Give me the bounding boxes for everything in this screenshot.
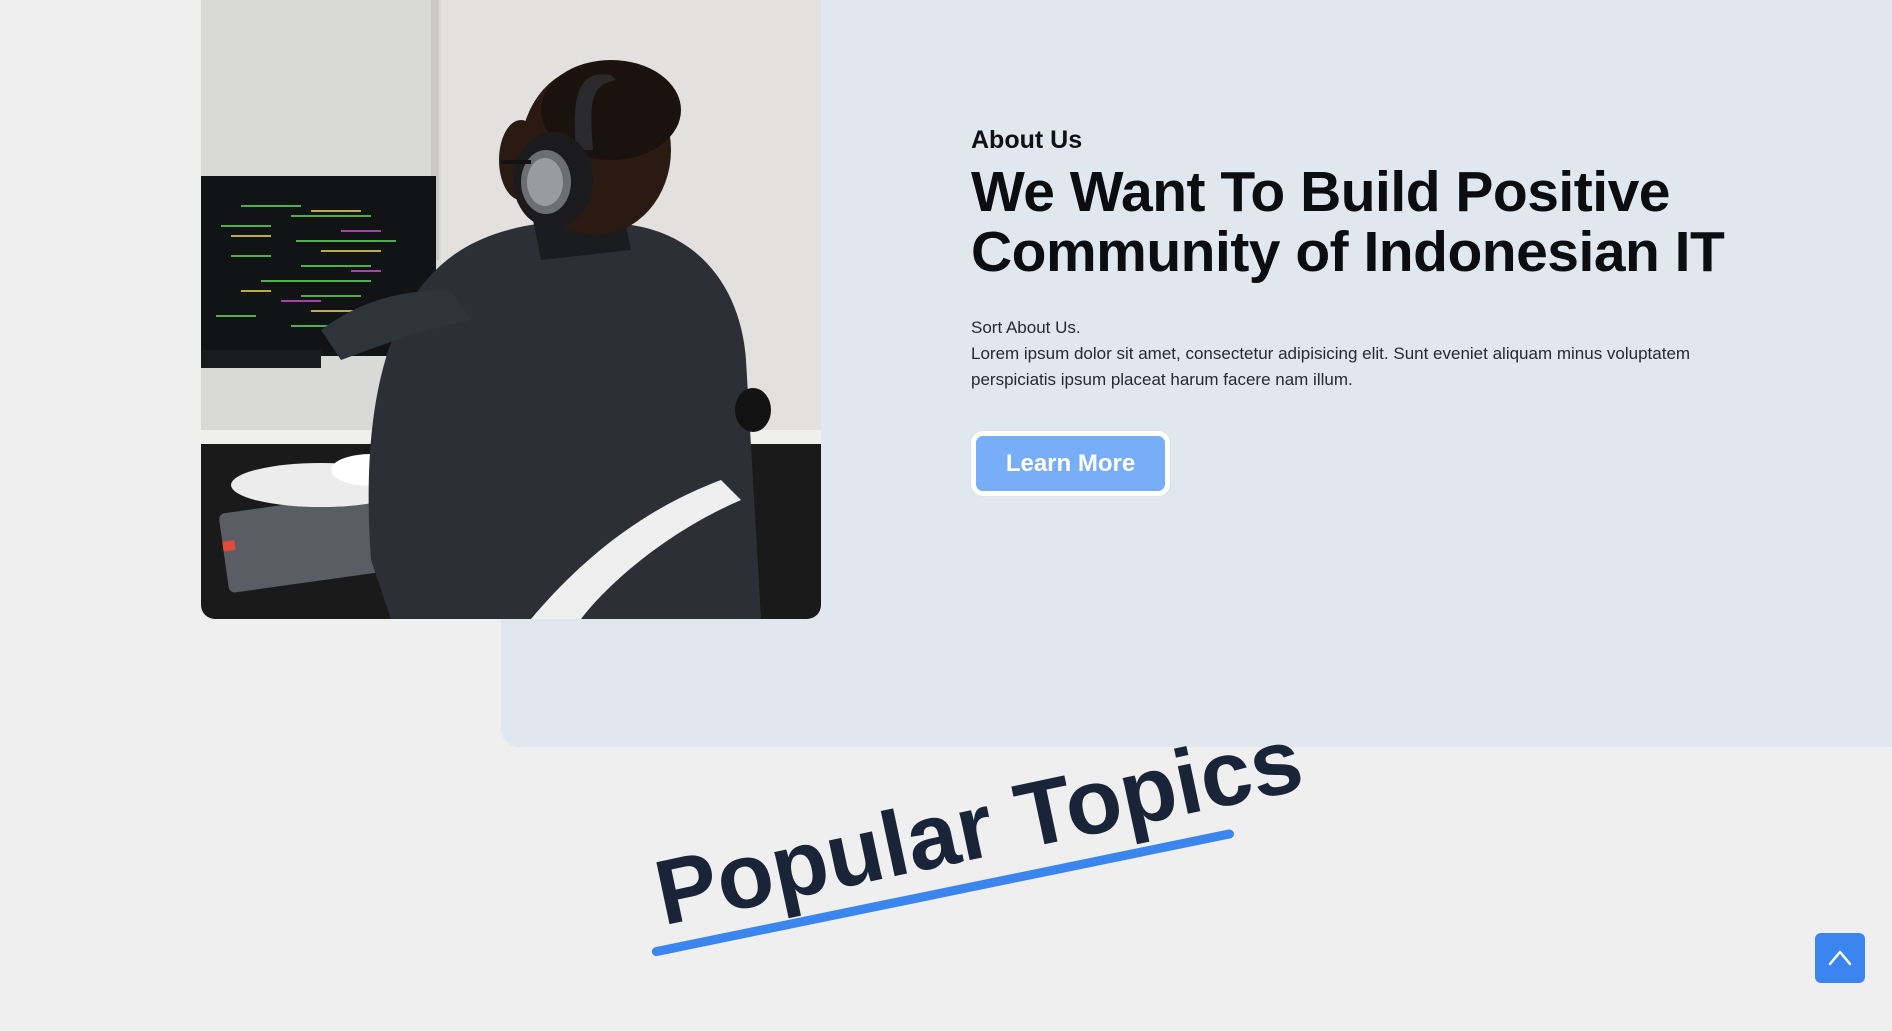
chevron-up-icon [1828,950,1852,966]
about-headline: We Want To Build Positive Community of I… [971,162,1771,282]
about-description: Sort About Us. Lorem ipsum dolor sit ame… [971,315,1761,393]
description-line-1: Sort About Us. [971,318,1081,337]
about-text-block: About Us We Want To Build Positive Commu… [971,124,1771,393]
headline-line-1: We Want To Build Positive [971,160,1670,224]
description-line-3: perspiciatis ipsum placeat harum facere … [971,370,1353,389]
headline-line-2: Community of Indonesian IT [971,220,1725,284]
description-line-2: Lorem ipsum dolor sit amet, consectetur … [971,344,1691,363]
about-photo [201,0,821,619]
learn-more-button[interactable]: Learn More [971,431,1170,496]
section-eyebrow: About Us [971,126,1083,154]
scroll-to-top-button[interactable] [1815,933,1865,983]
